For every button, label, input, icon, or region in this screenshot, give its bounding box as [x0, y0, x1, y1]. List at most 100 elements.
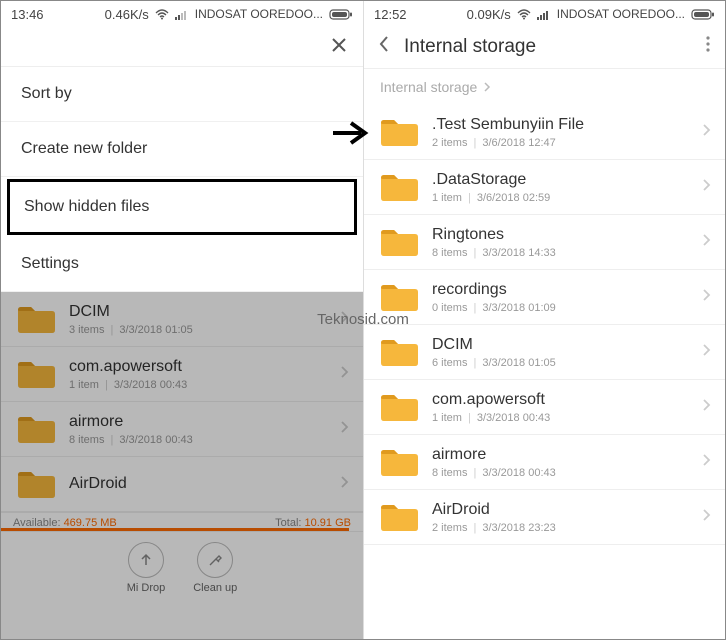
folder-name: airmore [432, 446, 689, 464]
folder-name: DCIM [432, 336, 689, 354]
folder-row[interactable]: Ringtones 8 items|3/3/2018 14:33 [364, 215, 725, 270]
folder-name: AirDroid [69, 475, 327, 493]
status-netspeed: 0.09K/s [467, 7, 511, 22]
folder-icon [15, 412, 57, 446]
close-icon[interactable] [329, 35, 349, 60]
folder-meta: 1 item|3/3/2018 00:43 [69, 379, 327, 391]
folder-row[interactable]: com.apowersoft 1 item|3/3/2018 00:43 [364, 380, 725, 435]
folder-name: DCIM [69, 303, 327, 321]
chevron-right-icon [701, 233, 711, 252]
menu-sort-by[interactable]: Sort by [1, 67, 363, 122]
folder-name: .Test Sembunyiin File [432, 116, 689, 134]
available-value: 469.75 MB [64, 517, 117, 529]
status-netspeed: 0.46K/s [105, 7, 149, 22]
back-icon[interactable] [378, 35, 390, 58]
folder-meta: 2 items|3/6/2018 12:47 [432, 137, 689, 149]
folder-icon [378, 335, 420, 369]
menu-show-hidden-files[interactable]: Show hidden files [7, 179, 357, 235]
folder-icon [378, 390, 420, 424]
right-phone-screen: 12:52 0.09K/s INDOSAT OOREDOO... Interna… [363, 1, 725, 639]
chevron-right-icon [701, 123, 711, 142]
battery-icon [691, 9, 715, 20]
folder-icon [15, 357, 57, 391]
midrop-label: Mi Drop [127, 582, 166, 594]
chevron-right-icon [339, 365, 349, 384]
folder-row[interactable]: .Test Sembunyiin File 2 items|3/6/2018 12… [364, 105, 725, 160]
more-icon[interactable] [705, 35, 711, 58]
folder-name: Ringtones [432, 226, 689, 244]
folder-name: com.apowersoft [432, 391, 689, 409]
breadcrumb[interactable]: Internal storage [364, 69, 725, 105]
status-time: 13:46 [11, 7, 44, 22]
folder-name: AirDroid [432, 501, 689, 519]
chevron-right-icon [701, 453, 711, 472]
chevron-right-icon [701, 508, 711, 527]
total-value: 10.91 GB [305, 517, 351, 529]
folder-meta: 8 items|3/3/2018 00:43 [432, 467, 689, 479]
wifi-icon [517, 9, 531, 20]
status-time: 12:52 [374, 7, 407, 22]
menu-create-folder[interactable]: Create new folder [1, 122, 363, 177]
folder-icon [378, 115, 420, 149]
bottom-action-bar: Mi Drop Clean up [1, 531, 363, 602]
folder-meta: 1 item|3/3/2018 00:43 [432, 412, 689, 424]
status-carrier: INDOSAT OOREDOO... [195, 7, 323, 21]
cleanup-button[interactable]: Clean up [193, 542, 237, 594]
folder-row[interactable]: recordings 0 items|3/3/2018 01:09 [364, 270, 725, 325]
cleanup-label: Clean up [193, 582, 237, 594]
folder-row[interactable]: AirDroid 2 items|3/3/2018 23:23 [364, 490, 725, 545]
folder-icon [378, 170, 420, 204]
status-carrier: INDOSAT OOREDOO... [557, 7, 685, 21]
folder-name: com.apowersoft [69, 358, 327, 376]
folder-name: recordings [432, 281, 689, 299]
folder-icon [378, 225, 420, 259]
folder-icon [378, 445, 420, 479]
folder-name: .DataStorage [432, 171, 689, 189]
midrop-button[interactable]: Mi Drop [127, 542, 166, 594]
wifi-icon [155, 9, 169, 20]
folder-row[interactable]: DCIM 3 items|3/3/2018 01:05 [1, 292, 363, 347]
chevron-right-icon [701, 178, 711, 197]
signal-icon [175, 9, 189, 20]
folder-meta: 8 items|3/3/2018 14:33 [432, 247, 689, 259]
folder-icon [378, 280, 420, 314]
folder-icon [15, 302, 57, 336]
folder-row[interactable]: airmore 8 items|3/3/2018 00:43 [364, 435, 725, 490]
chevron-right-icon [701, 398, 711, 417]
folder-meta: 3 items|3/3/2018 01:05 [69, 324, 327, 336]
chevron-right-icon [701, 288, 711, 307]
menu-settings[interactable]: Settings [1, 237, 363, 292]
folder-row[interactable]: com.apowersoft 1 item|3/3/2018 00:43 [1, 347, 363, 402]
folder-icon [378, 500, 420, 534]
left-phone-screen: 13:46 0.46K/s INDOSAT OOREDOO... Sort by… [1, 1, 363, 639]
folder-meta: 6 items|3/3/2018 01:05 [432, 357, 689, 369]
dimmed-file-list: DCIM 3 items|3/3/2018 01:05 com.apowersoft… [1, 292, 363, 639]
status-bar: 12:52 0.09K/s INDOSAT OOREDOO... [364, 1, 725, 25]
folder-row[interactable]: DCIM 6 items|3/3/2018 01:05 [364, 325, 725, 380]
folder-meta: 0 items|3/3/2018 01:09 [432, 302, 689, 314]
folder-row[interactable]: airmore 8 items|3/3/2018 00:43 [1, 402, 363, 457]
folder-meta: 2 items|3/3/2018 23:23 [432, 522, 689, 534]
options-menu-panel: Sort by Create new folder Show hidden fi… [1, 67, 363, 292]
chevron-right-icon [339, 420, 349, 439]
folder-row[interactable]: AirDroid [1, 457, 363, 512]
page-title: Internal storage [404, 36, 691, 58]
folder-name: airmore [69, 413, 327, 431]
chevron-right-icon [701, 343, 711, 362]
file-list: .Test Sembunyiin File 2 items|3/6/2018 12… [364, 105, 725, 639]
storage-summary: Available: 469.75 MB Total: 10.91 GB [1, 512, 363, 531]
battery-icon [329, 9, 353, 20]
signal-icon [537, 9, 551, 20]
page-header: Internal storage [364, 25, 725, 69]
status-bar: 13:46 0.46K/s INDOSAT OOREDOO... [1, 1, 363, 25]
total-label: Total: [275, 517, 301, 529]
folder-meta: 8 items|3/3/2018 00:43 [69, 434, 327, 446]
chevron-right-icon [339, 310, 349, 329]
folder-icon [15, 467, 57, 501]
folder-row[interactable]: .DataStorage 1 item|3/6/2018 02:59 [364, 160, 725, 215]
chevron-right-icon [339, 475, 349, 494]
chevron-right-icon [483, 79, 491, 95]
breadcrumb-text: Internal storage [380, 79, 477, 95]
menu-close-row [1, 25, 363, 66]
folder-meta: 1 item|3/6/2018 02:59 [432, 192, 689, 204]
